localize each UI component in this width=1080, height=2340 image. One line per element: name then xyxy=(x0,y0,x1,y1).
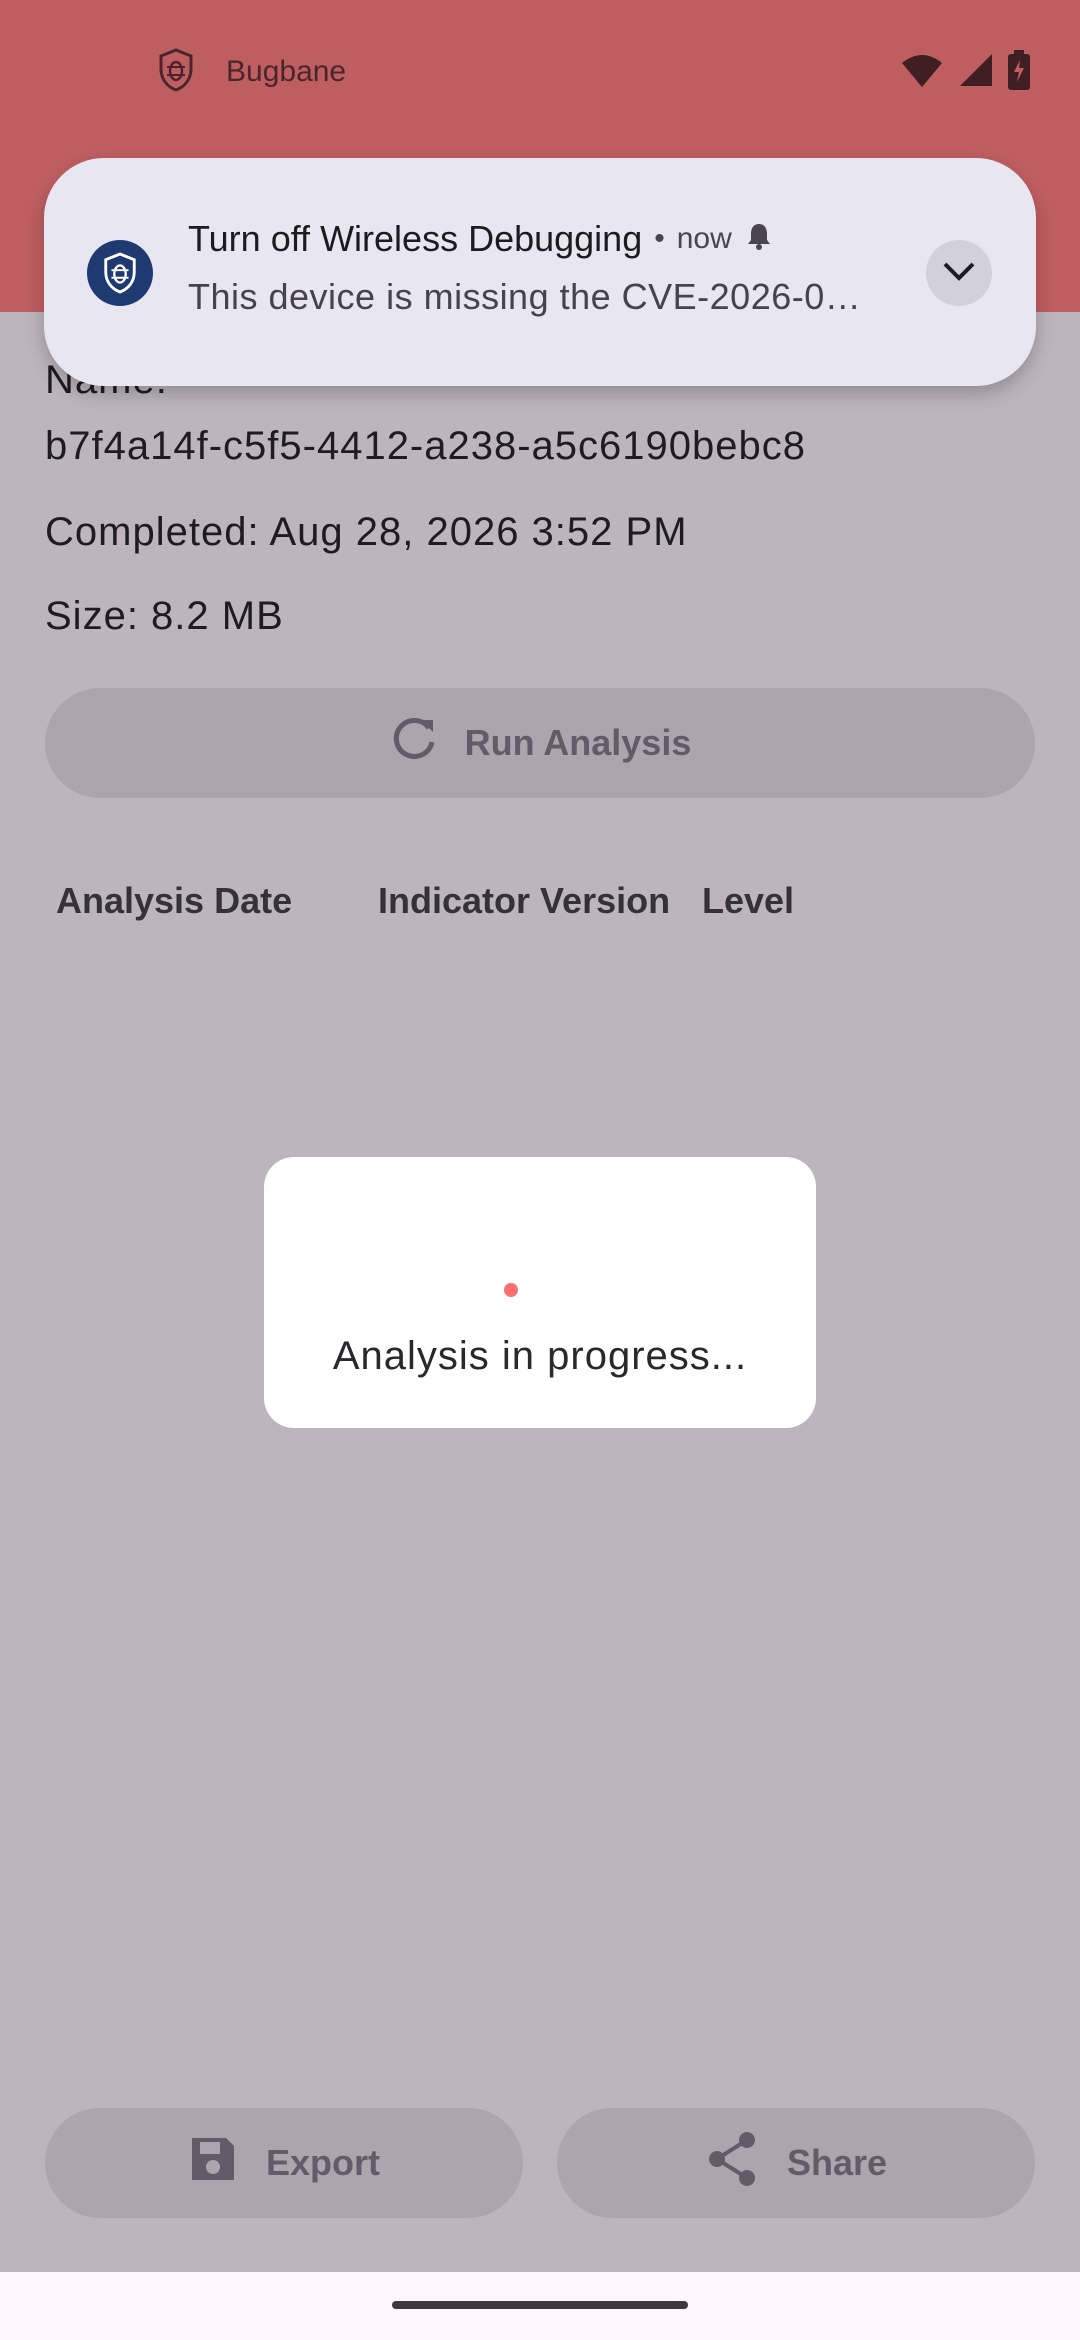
chevron-down-icon xyxy=(942,260,976,287)
notification-title: Turn off Wireless Debugging xyxy=(188,218,643,259)
bell-alert-icon xyxy=(744,218,774,260)
bug-shield-icon xyxy=(87,240,153,306)
progress-dialog: Analysis in progress... xyxy=(264,1157,816,1428)
notification-time: now xyxy=(676,222,732,255)
progress-message: Analysis in progress... xyxy=(332,1334,748,1378)
notification-header: Turn off Wireless Debugging • now xyxy=(188,218,774,260)
notification-separator: • xyxy=(654,222,665,255)
home-gesture-handle[interactable] xyxy=(392,2301,688,2309)
heads-up-notification[interactable]: Turn off Wireless Debugging • now This d… xyxy=(44,158,1036,386)
notification-expand-button[interactable] xyxy=(926,240,992,306)
notification-body: This device is missing the CVE-2026-0… xyxy=(188,276,862,317)
progress-spinner xyxy=(504,1283,518,1297)
